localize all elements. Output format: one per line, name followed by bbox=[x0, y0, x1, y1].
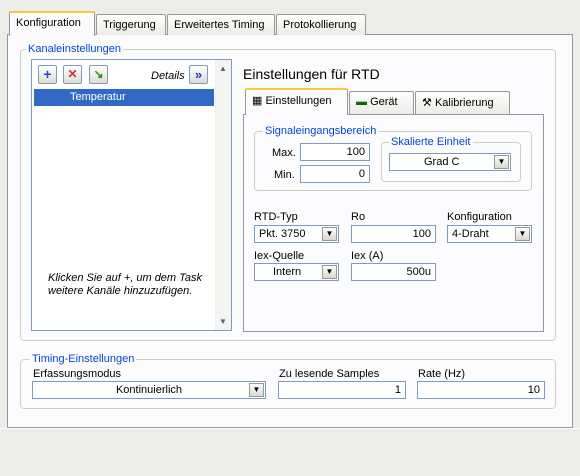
settings-icon: ▦ bbox=[252, 95, 263, 107]
rtd-type-label: RTD-Typ bbox=[254, 211, 298, 223]
scroll-up-icon[interactable]: ▲ bbox=[219, 64, 227, 73]
ro-input[interactable]: 100 bbox=[351, 225, 436, 243]
acquisition-mode-value: Kontinuierlich bbox=[115, 384, 183, 396]
tab-protokollierung[interactable]: Protokollierung bbox=[276, 14, 366, 35]
tab-geraet-label: Gerät bbox=[370, 96, 398, 108]
details-label: Details bbox=[151, 70, 185, 82]
status-bar bbox=[0, 428, 580, 476]
min-input[interactable]: 0 bbox=[300, 165, 370, 183]
move-channel-button[interactable]: ↘ bbox=[89, 65, 108, 84]
iex-source-select[interactable]: Intern ▼ bbox=[254, 263, 339, 281]
calibration-icon: ⚒ bbox=[422, 97, 432, 109]
signal-range-legend: Signaleingangsbereich bbox=[263, 125, 379, 137]
iex-source-value: Intern bbox=[273, 266, 302, 278]
chevron-down-icon[interactable]: ▼ bbox=[322, 227, 337, 241]
add-channel-button[interactable]: + bbox=[38, 65, 57, 84]
scaled-unit-value: Grad C bbox=[424, 156, 460, 168]
scroll-down-icon[interactable]: ▼ bbox=[219, 317, 227, 326]
tab-einstellungen-label: Einstellungen bbox=[265, 95, 332, 107]
scaled-unit-legend: Skalierte Einheit bbox=[389, 136, 473, 148]
tab-erweitertes-timing[interactable]: Erweitertes Timing bbox=[167, 14, 275, 35]
iex-input[interactable]: 500u bbox=[351, 263, 436, 281]
chevron-down-icon[interactable]: ▼ bbox=[249, 383, 264, 397]
details-button[interactable]: » bbox=[189, 65, 208, 84]
acquisition-mode-select[interactable]: Kontinuierlich ▼ bbox=[32, 381, 266, 399]
configuration-select[interactable]: 4-Draht ▼ bbox=[447, 225, 532, 243]
scaled-unit-select[interactable]: Grad C ▼ bbox=[389, 153, 511, 171]
list-scrollbar[interactable]: ▲ ▼ bbox=[215, 60, 231, 330]
samples-label: Zu lesende Samples bbox=[279, 368, 380, 380]
remove-channel-button[interactable]: ✕ bbox=[63, 65, 82, 84]
tab-konfiguration[interactable]: Konfiguration bbox=[9, 11, 95, 36]
channel-list[interactable]: + ✕ ↘ Details » Temperatur Klicken Sie a… bbox=[31, 59, 232, 331]
iex-source-label: Iex-Quelle bbox=[254, 250, 305, 262]
samples-input[interactable]: 1 bbox=[278, 381, 406, 399]
chevron-down-icon[interactable]: ▼ bbox=[494, 155, 509, 169]
tab-kalibrierung[interactable]: ⚒ Kalibrierung bbox=[415, 91, 510, 114]
channel-settings-legend: Kanaleinstellungen bbox=[26, 43, 123, 55]
iex-label: Iex (A) bbox=[351, 250, 384, 262]
max-input[interactable]: 100 bbox=[300, 143, 370, 161]
ro-label: Ro bbox=[351, 211, 366, 223]
tab-geraet[interactable]: ▬ Gerät bbox=[349, 91, 414, 114]
max-label: Max. bbox=[272, 147, 296, 159]
rate-label: Rate (Hz) bbox=[418, 368, 466, 380]
tab-einstellungen[interactable]: ▦ Einstellungen bbox=[245, 88, 348, 115]
configuration-value: 4-Draht bbox=[452, 228, 489, 240]
rtd-type-value: Pkt. 3750 bbox=[259, 228, 306, 240]
rate-input[interactable]: 10 bbox=[417, 381, 545, 399]
list-item[interactable]: Temperatur bbox=[34, 89, 214, 106]
chevron-down-icon[interactable]: ▼ bbox=[322, 265, 337, 279]
settings-title: Einstellungen für RTD bbox=[243, 66, 380, 82]
min-label: Min. bbox=[274, 169, 295, 181]
add-channel-hint: Klicken Sie auf +, um dem Task weitere K… bbox=[48, 272, 202, 297]
tab-kalibrierung-label: Kalibrierung bbox=[434, 97, 494, 109]
timing-settings-legend: Timing-Einstellungen bbox=[30, 353, 137, 365]
chevron-down-icon[interactable]: ▼ bbox=[515, 227, 530, 241]
rtd-type-select[interactable]: Pkt. 3750 ▼ bbox=[254, 225, 339, 243]
tab-triggerung[interactable]: Triggerung bbox=[96, 14, 166, 35]
acquisition-mode-label: Erfassungsmodus bbox=[33, 368, 122, 380]
configuration-label: Konfiguration bbox=[447, 211, 512, 223]
device-icon: ▬ bbox=[356, 96, 367, 108]
